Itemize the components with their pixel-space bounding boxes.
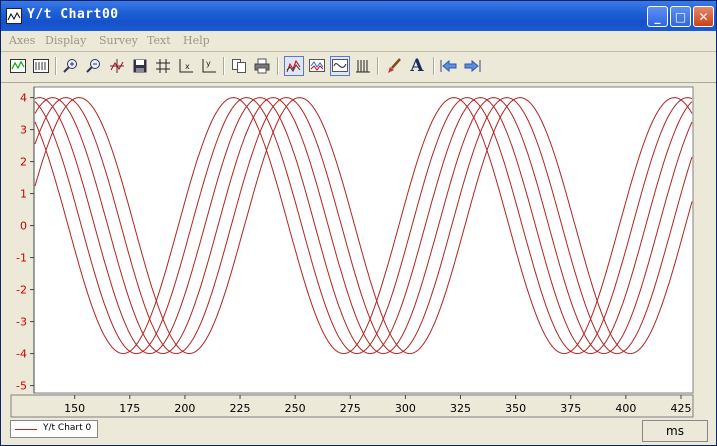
x-tick-label: 250 (285, 402, 306, 415)
minimize-button[interactable]: _ (647, 6, 668, 27)
zoom-out-icon[interactable] (84, 56, 104, 76)
arrow-right-icon[interactable] (462, 56, 482, 76)
app-icon (6, 8, 22, 24)
time-units-label: ms (642, 420, 708, 442)
chart-window: Y/t Chart00 _ □ ✕ Axes Display Survey Te… (0, 0, 717, 446)
y-axis-icon[interactable]: y (199, 56, 219, 76)
menu-axes[interactable]: Axes (9, 34, 35, 47)
scroll-strip (697, 86, 709, 418)
y-tick-label: 4 (20, 92, 27, 105)
x-tick-label: 200 (174, 402, 195, 415)
x-tick-label: 350 (505, 402, 526, 415)
x-tick-label: 225 (230, 402, 251, 415)
menu-display[interactable]: Display (45, 34, 86, 47)
title-bar[interactable]: Y/t Chart00 _ □ ✕ (1, 1, 716, 31)
plot-background (33, 86, 694, 394)
toolbar-separator (223, 57, 225, 75)
x-tick-label: 425 (670, 402, 691, 415)
maximize-button[interactable]: □ (670, 6, 691, 27)
chart2-icon[interactable] (31, 56, 51, 76)
y-tick-label: -1 (16, 252, 27, 265)
y-tick-label: 1 (20, 188, 27, 201)
brush-icon[interactable] (384, 56, 404, 76)
legend-label: Y/t Chart 0 (43, 423, 92, 433)
y-tick-label: -5 (16, 380, 27, 393)
y-tick-label: -3 (16, 316, 27, 329)
x-axis-icon[interactable]: x (176, 56, 196, 76)
toolbar-separator (377, 57, 379, 75)
svg-text:y: y (206, 59, 211, 68)
x-tick-label: 400 (615, 402, 636, 415)
x-tick-label: 275 (340, 402, 361, 415)
toolbar-separator (433, 57, 435, 75)
y-tick-label: 2 (20, 156, 27, 169)
svg-text:x: x (185, 62, 190, 71)
crosshair-icon[interactable] (107, 56, 127, 76)
x-tick-label: 375 (560, 402, 581, 415)
style4-icon[interactable] (353, 56, 373, 76)
font-icon[interactable]: A (407, 56, 427, 76)
x-tick-label: 175 (119, 402, 140, 415)
y-tick-label: 0 (20, 220, 27, 233)
toolbar-separator (277, 57, 279, 75)
legend[interactable]: Y/t Chart 0 (10, 420, 98, 438)
style3-icon[interactable] (330, 56, 350, 76)
y-tick-label: -2 (16, 284, 27, 297)
window-title: Y/t Chart00 (27, 7, 119, 22)
print-icon[interactable] (252, 56, 272, 76)
y-tick-label: 3 (20, 124, 27, 137)
arrow-left-icon[interactable] (439, 56, 459, 76)
y-tick-label: -4 (16, 348, 27, 361)
menu-help[interactable]: Help (183, 34, 210, 47)
legend-line (15, 429, 37, 430)
menu-survey[interactable]: Survey (99, 34, 138, 47)
style2-icon[interactable] (307, 56, 327, 76)
close-button[interactable]: ✕ (693, 6, 714, 27)
toolbar-separator (55, 57, 57, 75)
yt-chart[interactable]: 4 3 2 1 0 -1 -2 -3 -4 -5 150 175 200 225 250 275 300 325… (10, 86, 694, 418)
x-tick-label: 325 (450, 402, 471, 415)
grid-icon[interactable] (153, 56, 173, 76)
menu-text[interactable]: Text (147, 34, 171, 47)
menu-bar: Axes Display Survey Text Help (1, 31, 716, 52)
x-tick-label: 150 (64, 402, 85, 415)
save-icon[interactable] (130, 56, 150, 76)
plot-area[interactable]: 4 3 2 1 0 -1 -2 -3 -4 -5 150 175 200 225 250 275 300 325… (10, 86, 694, 418)
copy-icon[interactable] (229, 56, 249, 76)
style1-icon[interactable] (284, 56, 304, 76)
chart-icon[interactable] (8, 56, 28, 76)
toolbar: x y A (1, 52, 716, 83)
x-tick-label: 300 (395, 402, 416, 415)
zoom-in-icon[interactable] (61, 56, 81, 76)
